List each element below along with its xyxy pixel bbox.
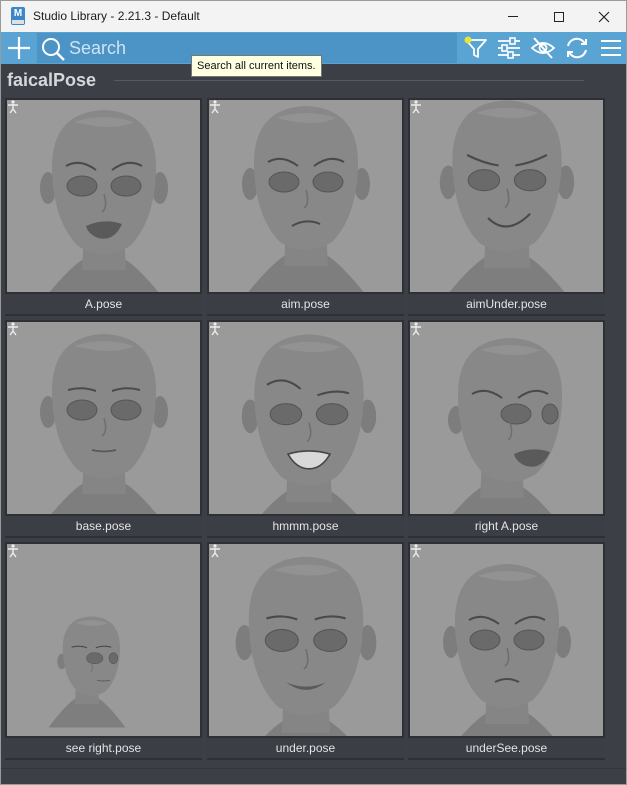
pose-thumbnail [209,544,402,736]
title-bar: M Studio Library - 2.21.3 - Default [1,1,626,32]
sync-icon[interactable] [563,35,591,61]
pose-item[interactable]: aimUnder.pose [408,98,605,316]
studio-library-window: M Studio Library - 2.21.3 - Default Sear… [0,0,627,785]
close-button[interactable] [581,1,626,32]
close-icon [598,11,610,22]
pose-label: under.pose [207,738,404,758]
face-thumbnail-image [235,556,377,736]
face-thumbnail-image [448,338,563,514]
item-grid: A.pose aim.pose aimUnder.pose base.pose … [5,98,607,760]
face-thumbnail-image [40,110,168,292]
pose-thumbnail [7,544,200,736]
pose-thumbnail [209,322,402,514]
pose-icon [411,100,421,114]
pose-icon [8,100,18,114]
face-thumbnail-image [443,564,571,736]
face-thumbnail-image [241,334,377,514]
library-content: faicalPose A.pose aim.pose aimUnder.pose… [1,64,626,784]
search-icon [42,38,65,61]
pose-item[interactable]: base.pose [5,320,202,538]
pose-thumbnail [410,544,603,736]
pose-item[interactable]: underSee.pose [408,542,605,760]
pose-thumbnail [7,100,200,292]
pose-thumbnail [410,322,603,514]
filter-icon[interactable] [462,35,490,61]
face-thumbnail-image [40,334,168,514]
search-tooltip: Search all current items. [191,55,322,77]
pose-icon [411,544,421,558]
pose-icon [8,322,18,336]
pose-thumbnail [7,322,200,514]
pose-item[interactable]: under.pose [207,542,404,760]
pose-label: underSee.pose [408,738,605,758]
pose-icon [210,322,220,336]
pose-thumbnail [209,100,402,292]
pose-icon [8,544,18,558]
pose-label: aimUnder.pose [408,294,605,314]
face-thumbnail-image [242,106,370,292]
pose-icon [411,322,421,336]
pose-label: aim.pose [207,294,404,314]
pose-label: hmmm.pose [207,516,404,536]
pose-item[interactable]: see right.pose [5,542,202,760]
menu-icon[interactable] [597,35,625,61]
pose-icon [210,544,220,558]
pose-item[interactable]: A.pose [5,98,202,316]
pose-label: right A.pose [408,516,605,536]
pose-icon [210,100,220,114]
status-bar [1,768,626,784]
pose-label: base.pose [5,516,202,536]
maya-app-icon: M [11,7,25,25]
pose-item[interactable]: aim.pose [207,98,404,316]
face-thumbnail-image [48,616,126,728]
pose-label: A.pose [5,294,202,314]
pose-item[interactable]: hmmm.pose [207,320,404,538]
window-title: Studio Library - 2.21.3 - Default [33,9,200,23]
maximize-icon [554,11,564,22]
face-thumbnail-image [439,100,575,292]
eye-slash-icon[interactable] [529,35,557,61]
minimize-icon [508,16,518,17]
maximize-button[interactable] [536,1,582,32]
minimize-button[interactable] [490,1,536,32]
sliders-icon[interactable] [495,35,523,61]
pose-label: see right.pose [5,738,202,758]
pose-thumbnail [410,100,603,292]
group-divider [114,80,584,81]
plus-icon[interactable] [4,34,34,62]
group-title: faicalPose [7,70,97,90]
pose-item[interactable]: right A.pose [408,320,605,538]
